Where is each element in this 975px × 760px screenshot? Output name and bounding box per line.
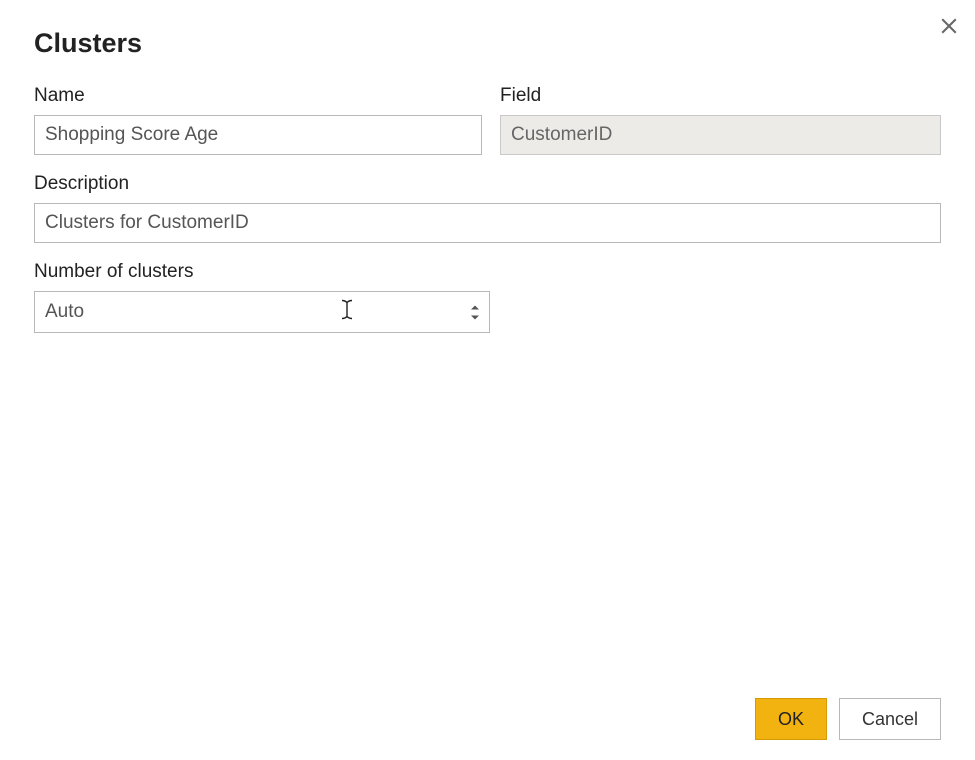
dialog-footer: OK Cancel	[755, 698, 941, 740]
num-clusters-group: Number of clusters	[34, 261, 490, 333]
clusters-dialog: Clusters Name Field Description Number o…	[0, 0, 975, 760]
dialog-content: Clusters Name Field Description Number o…	[0, 0, 975, 333]
name-label: Name	[34, 85, 482, 107]
chevron-down-icon	[470, 314, 480, 320]
close-icon	[940, 17, 958, 35]
description-input[interactable]	[34, 203, 941, 243]
description-label: Description	[34, 173, 941, 195]
row-description: Description	[34, 173, 941, 243]
num-clusters-spinner	[468, 303, 482, 322]
num-clusters-label: Number of clusters	[34, 261, 490, 283]
name-group: Name	[34, 85, 482, 155]
row-name-field: Name Field	[34, 85, 941, 155]
name-input[interactable]	[34, 115, 482, 155]
spinner-up-button[interactable]	[468, 303, 482, 312]
ok-button[interactable]: OK	[755, 698, 827, 740]
dialog-title: Clusters	[34, 28, 941, 59]
field-label: Field	[500, 85, 941, 107]
chevron-up-icon	[470, 304, 480, 310]
description-group: Description	[34, 173, 941, 243]
cancel-button[interactable]: Cancel	[839, 698, 941, 740]
num-clusters-input[interactable]	[34, 291, 490, 333]
row-num-clusters: Number of clusters	[34, 261, 941, 333]
num-clusters-wrap	[34, 291, 490, 333]
close-button[interactable]	[937, 14, 961, 38]
field-group: Field	[500, 85, 941, 155]
spinner-down-button[interactable]	[468, 313, 482, 322]
field-input	[500, 115, 941, 155]
